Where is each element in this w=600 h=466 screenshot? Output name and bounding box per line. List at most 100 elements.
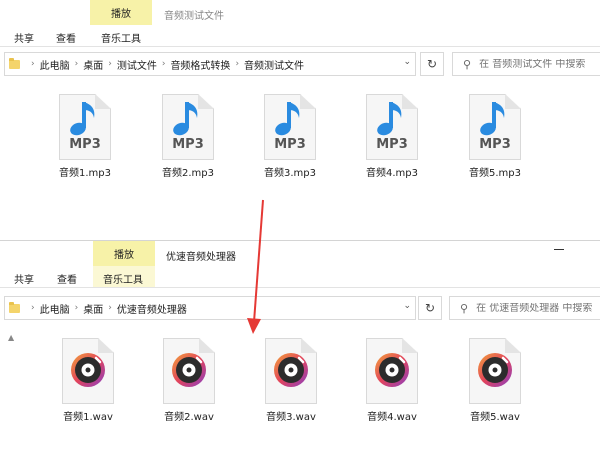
tab-playback-label: 播放 [111, 9, 131, 20]
search-icon: ⚲ [460, 301, 469, 315]
tab-view[interactable]: 查看 [57, 271, 77, 286]
breadcrumb-audio-processor[interactable]: 优速音频处理器 [117, 301, 187, 316]
minimize-button[interactable] [554, 249, 564, 250]
vinyl-disc-icon [172, 353, 206, 387]
file-name: 音频5.mp3 [469, 168, 521, 179]
ribbon: 播放 音频测试文件 共享 查看 音乐工具 [0, 0, 600, 50]
tab-playback[interactable]: 播放 [93, 241, 155, 266]
file-item[interactable]: 音频5.wav [455, 338, 535, 423]
music-note-icon [70, 102, 95, 136]
file-item[interactable]: MP3 音频4.mp3 [352, 94, 432, 179]
chevron-right-icon: › [108, 303, 112, 313]
scroll-up-icon[interactable]: ▲ [8, 333, 18, 342]
file-type-badge: MP3 [172, 137, 204, 152]
file-item[interactable]: MP3 音频5.mp3 [455, 94, 535, 179]
chevron-down-icon[interactable]: ⌄ [403, 301, 411, 311]
mp3-file-icon: MP3 [366, 94, 418, 160]
music-note-icon [377, 102, 402, 136]
wav-file-icon [366, 338, 418, 404]
file-type-badge: MP3 [274, 137, 306, 152]
mp3-file-icon: MP3 [469, 94, 521, 160]
file-name: 音频5.wav [470, 412, 520, 423]
explorer-window-audio-processor: 播放 优速音频处理器 共享 查看 音乐工具 › 此电脑 › 桌面 › 优速音频处… [0, 240, 600, 466]
ribbon-divider [0, 46, 600, 47]
chevron-right-icon: › [31, 303, 35, 313]
file-name: 音频2.wav [164, 412, 214, 423]
music-note-icon [480, 102, 505, 136]
breadcrumb-this-pc[interactable]: 此电脑 [40, 57, 70, 72]
chevron-right-icon: › [235, 59, 240, 69]
chevron-right-icon: › [74, 59, 79, 69]
tab-share[interactable]: 共享 [14, 271, 34, 286]
refresh-icon: ↻ [424, 301, 436, 315]
file-item[interactable]: MP3 音频3.mp3 [250, 94, 330, 179]
address-bar[interactable]: › 此电脑 › 桌面 › 优速音频处理器 ⌄ [4, 296, 416, 320]
wav-file-icon [265, 338, 317, 404]
file-item[interactable]: 音频1.wav [48, 338, 128, 423]
vinyl-disc-icon [274, 353, 308, 387]
folder-icon [9, 301, 20, 313]
search-input[interactable] [476, 302, 600, 314]
wav-file-icon [163, 338, 215, 404]
navigation-bar: › 此电脑 › 桌面 › 测试文件 › 音频格式转换 › 音频测试文件 ⌄ ↻ … [0, 52, 600, 78]
explorer-window-audio-test: 播放 音频测试文件 共享 查看 音乐工具 › 此电脑 › 桌面 › 测试文件 ›… [0, 0, 600, 238]
chevron-right-icon: › [31, 59, 35, 69]
mp3-file-icon: MP3 [59, 94, 111, 160]
search-box[interactable]: ⚲ [449, 296, 600, 320]
vinyl-disc-icon [478, 353, 512, 387]
breadcrumb-desktop[interactable]: 桌面 [83, 57, 103, 72]
mp3-file-icon: MP3 [264, 94, 316, 160]
file-item[interactable]: 音频2.wav [149, 338, 229, 423]
refresh-button[interactable]: ↻ [418, 296, 442, 320]
vertical-scrollbar[interactable]: ▲ [8, 333, 18, 463]
file-type-badge: MP3 [479, 137, 511, 152]
address-bar[interactable]: › 此电脑 › 桌面 › 测试文件 › 音频格式转换 › 音频测试文件 ⌄ [4, 52, 416, 76]
tab-share[interactable]: 共享 [14, 30, 34, 45]
wav-file-icon [62, 338, 114, 404]
file-name: 音频3.mp3 [264, 168, 316, 179]
music-note-icon [275, 102, 300, 136]
tab-playback-label: 播放 [114, 250, 134, 261]
breadcrumb-this-pc[interactable]: 此电脑 [40, 301, 70, 316]
refresh-icon: ↻ [426, 57, 438, 71]
tab-music-tools[interactable]: 音乐工具 [103, 271, 143, 286]
file-name: 音频2.mp3 [162, 168, 214, 179]
chevron-down-icon[interactable]: ⌄ [403, 57, 411, 67]
file-item[interactable]: 音频4.wav [352, 338, 432, 423]
search-box[interactable]: ⚲ [452, 52, 600, 76]
wav-file-icon [469, 338, 521, 404]
vinyl-disc-icon [375, 353, 409, 387]
window-title: 音频测试文件 [164, 11, 224, 22]
mp3-file-icon: MP3 [162, 94, 214, 160]
chevron-right-icon: › [161, 59, 166, 69]
breadcrumb-desktop[interactable]: 桌面 [83, 301, 103, 316]
file-item[interactable]: 音频3.wav [251, 338, 331, 423]
file-name: 音频3.wav [266, 412, 316, 423]
search-icon: ⚲ [463, 57, 472, 71]
tab-music-tools[interactable]: 音乐工具 [101, 30, 141, 45]
file-name: 音频1.wav [63, 412, 113, 423]
vinyl-disc-icon [71, 353, 105, 387]
file-name: 音频4.wav [367, 412, 417, 423]
breadcrumb-test-files[interactable]: 测试文件 [117, 57, 157, 72]
file-item[interactable]: MP3 音频1.mp3 [45, 94, 125, 179]
file-type-badge: MP3 [376, 137, 408, 152]
chevron-right-icon: › [108, 59, 112, 69]
file-item[interactable]: MP3 音频2.mp3 [148, 94, 228, 179]
ribbon-divider [0, 287, 600, 288]
breadcrumb-audio-test-files[interactable]: 音频测试文件 [244, 57, 304, 72]
music-note-icon [173, 102, 198, 136]
chevron-right-icon: › [74, 303, 79, 313]
tab-playback[interactable]: 播放 [90, 0, 152, 25]
breadcrumb-audio-format-convert[interactable]: 音频格式转换 [170, 57, 230, 72]
file-type-badge: MP3 [69, 137, 101, 152]
file-name: 音频1.mp3 [59, 168, 111, 179]
folder-icon [9, 57, 20, 69]
ribbon: 播放 优速音频处理器 共享 查看 音乐工具 [0, 241, 600, 291]
file-name: 音频4.mp3 [366, 168, 418, 179]
navigation-bar: › 此电脑 › 桌面 › 优速音频处理器 ⌄ ↻ ⚲ [0, 296, 600, 322]
refresh-button[interactable]: ↻ [420, 52, 444, 76]
search-input[interactable] [479, 58, 600, 70]
tab-view[interactable]: 查看 [56, 30, 76, 45]
window-title: 优速音频处理器 [166, 252, 236, 263]
